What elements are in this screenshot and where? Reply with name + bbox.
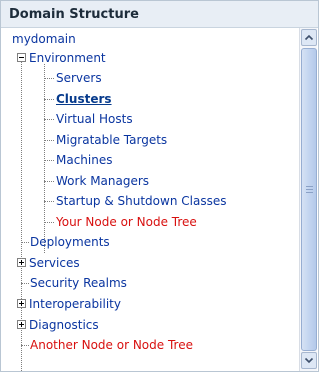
domain-structure-panel: Domain Structure mydomain Environment Se… (0, 0, 319, 372)
tree-connector (44, 181, 54, 182)
tree-connector (21, 242, 29, 243)
tree-item-startup-shutdown-classes[interactable]: Startup & Shutdown Classes (56, 192, 226, 210)
grip-line (306, 189, 313, 190)
tree-connector (44, 119, 54, 120)
tree-item-security-realms[interactable]: Security Realms (30, 274, 127, 292)
tree-item-servers[interactable]: Servers (56, 69, 102, 87)
tree-connector (21, 345, 29, 346)
tree-connector (44, 160, 54, 161)
tree-connector (44, 201, 54, 202)
tree-connector (21, 283, 29, 284)
tree-item-diagnostics[interactable]: Diagnostics (29, 316, 99, 334)
tree-connector (44, 64, 45, 253)
tree-connector (44, 78, 54, 79)
scroll-thumb[interactable] (301, 48, 317, 351)
tree-connector (44, 222, 54, 223)
tree-item-virtual-hosts[interactable]: Virtual Hosts (56, 110, 133, 128)
vertical-scrollbar[interactable] (299, 28, 317, 371)
tree-item-services[interactable]: Services (29, 254, 80, 272)
tree-item-your-node[interactable]: Your Node or Node Tree (56, 213, 197, 231)
panel-title: Domain Structure (9, 7, 139, 22)
panel-header: Domain Structure (1, 1, 318, 28)
domain-tree: mydomain Environment Servers Clusters Vi… (2, 28, 298, 371)
grip-line (306, 186, 313, 187)
tree-item-machines[interactable]: Machines (56, 151, 112, 169)
tree-item-clusters[interactable]: Clusters (56, 90, 112, 108)
tree-item-environment[interactable]: Environment (29, 49, 106, 67)
chevron-up-icon (304, 34, 314, 41)
tree-item-work-managers[interactable]: Work Managers (56, 172, 149, 190)
tree-root-mydomain[interactable]: mydomain (12, 30, 76, 48)
tree-item-interoperability[interactable]: Interoperability (29, 295, 121, 313)
plus-box-icon[interactable] (17, 258, 26, 267)
collapse-icon[interactable] (17, 53, 26, 62)
plus-box-icon[interactable] (17, 320, 26, 329)
tree-item-migratable-targets[interactable]: Migratable Targets (56, 131, 167, 149)
tree-item-deployments[interactable]: Deployments (30, 233, 110, 251)
grip-line (306, 192, 313, 193)
tree-connector (44, 99, 54, 100)
scroll-up-button[interactable] (301, 29, 317, 46)
scroll-down-button[interactable] (301, 352, 317, 369)
tree-item-another-node[interactable]: Another Node or Node Tree (30, 336, 193, 354)
tree-connector (44, 140, 54, 141)
plus-box-icon[interactable] (17, 299, 26, 308)
chevron-down-icon (304, 357, 314, 364)
